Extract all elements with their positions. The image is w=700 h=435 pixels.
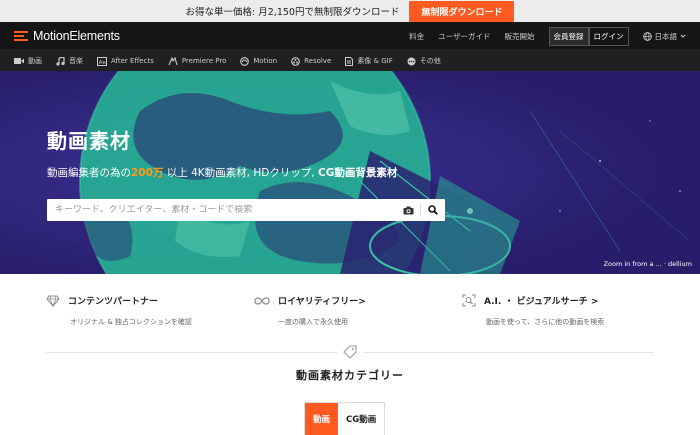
language-label: 日本語 [654, 31, 678, 41]
search-button[interactable] [421, 199, 445, 221]
nav-pricing[interactable]: 料金 [409, 31, 424, 42]
category-video[interactable]: 動画 [14, 56, 42, 66]
more-icon [407, 57, 416, 65]
feature-description: オリジナル & 独占コレクションを確認 [70, 318, 192, 326]
language-selector[interactable]: 日本語 [642, 31, 687, 42]
motion-icon [240, 56, 250, 66]
hero-subtitle: 動画編集者の為の200万 以上 4K動画素材, HDクリップ, CG動画背景素材 [47, 167, 398, 179]
nav-start-selling[interactable]: 販売開始 [505, 31, 535, 42]
feature-visual-search[interactable]: A.I. ・ ビジュアルサーチ > 動画を使って、さらに他の動画を検索 [462, 294, 670, 352]
category-label: 素像 & GIF [357, 57, 393, 65]
hero-title: 動画素材 [47, 129, 131, 153]
category-bar: 動画 音楽 Ae After Effects Premiere Pro Moti… [0, 50, 700, 71]
nav-user-guide[interactable]: ユーザーガイド [438, 31, 490, 42]
site-header: MotionElements 料金 ユーザーガイド 販売開始 会員登録 ログイン… [0, 22, 700, 50]
camera-search-button[interactable] [396, 199, 420, 221]
resolve-icon [291, 56, 300, 66]
promo-text: お得な単一価格: 月2,150円で無制限ダウンロード [185, 7, 400, 18]
svg-text:Ae: Ae [99, 60, 107, 66]
category-section-title: 動画素材カテゴリー [296, 369, 404, 382]
infinity-icon [254, 296, 270, 305]
promo-bar: お得な単一価格: 月2,150円で無制限ダウンロード 無制限ダウンロード [0, 0, 700, 22]
feature-description: 動画を使って、さらに他の動画を検索 [486, 318, 605, 326]
category-image-gif[interactable]: 素像 & GIF [345, 56, 393, 66]
category-label: Motion [253, 57, 278, 65]
search-bar [47, 199, 445, 221]
tag-icon [337, 344, 363, 363]
image-icon [345, 56, 354, 66]
category-label: Resolve [304, 57, 332, 65]
category-label: Premiere Pro [181, 57, 227, 65]
category-label: 動画 [28, 57, 42, 65]
globe-icon [642, 31, 652, 41]
category-after-effects[interactable]: Ae After Effects [97, 56, 154, 66]
category-music[interactable]: 音楽 [56, 56, 83, 66]
logo-text: MotionElements [33, 29, 120, 43]
search-icon [428, 205, 438, 215]
camera-icon [403, 206, 413, 214]
login-button[interactable]: ログイン [588, 26, 629, 46]
music-icon [56, 56, 65, 66]
header-nav: 料金 ユーザーガイド 販売開始 会員登録 ログイン 日本語 [409, 26, 687, 46]
visual-search-icon [462, 294, 476, 307]
category-label: 音楽 [69, 57, 83, 65]
feature-title: A.I. ・ ビジュアルサーチ > [484, 297, 599, 307]
premiere-pro-icon [168, 56, 178, 65]
feature-description: 一度の購入で永久使用 [278, 318, 348, 326]
logo-mark-icon [14, 31, 28, 41]
tab-video[interactable]: 動画 [305, 403, 339, 435]
video-icon [14, 58, 24, 64]
logo[interactable]: MotionElements [14, 29, 120, 43]
after-effects-icon: Ae [97, 56, 107, 66]
search-input[interactable] [47, 205, 396, 215]
category-resolve[interactable]: Resolve [291, 56, 332, 66]
feature-title: ロイヤリティフリー> [278, 297, 366, 307]
feature-title: コンテンツパートナー [68, 297, 159, 307]
auth-buttons: 会員登録 ログイン [548, 26, 629, 46]
image-credit[interactable]: Zoom in from a ... · dellium [604, 260, 692, 268]
tab-cg-video[interactable]: CG動画 [338, 403, 385, 435]
chevron-down-icon [680, 34, 686, 38]
diamond-icon [46, 295, 60, 307]
unlimited-download-button[interactable]: 無制限ダウンロード [409, 0, 515, 22]
hero-banner: 動画素材 動画編集者の為の200万 以上 4K動画素材, HDクリップ, CG動… [0, 71, 700, 274]
category-label: After Effects [111, 57, 154, 65]
feature-row: コンテンツパートナー オリジナル & 独占コレクションを確認 ロイヤリティフリー… [0, 274, 700, 352]
category-motion[interactable]: Motion [240, 56, 278, 66]
category-label: その他 [419, 57, 441, 65]
feature-content-partner[interactable]: コンテンツパートナー オリジナル & 独占コレクションを確認 [46, 294, 254, 352]
register-button[interactable]: 会員登録 [548, 26, 589, 46]
category-premiere-pro[interactable]: Premiere Pro [168, 56, 227, 66]
category-other[interactable]: その他 [407, 56, 441, 66]
section-divider [46, 344, 654, 363]
category-tabs: 動画 CG動画 [304, 402, 386, 435]
